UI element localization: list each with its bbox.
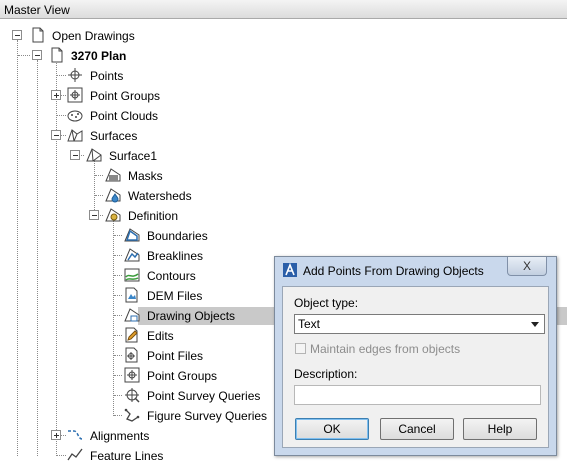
tree-item-open-drawings[interactable]: Open Drawings — [52, 28, 135, 44]
expander-surface1[interactable] — [70, 150, 80, 160]
tree-item-drawing-objects[interactable]: Drawing Objects — [147, 308, 235, 324]
cancel-button[interactable]: Cancel — [380, 418, 454, 440]
points-icon — [67, 67, 83, 83]
dialog-body: Object type: Text Maintain edges from ob… — [282, 286, 549, 448]
expander-drawing[interactable] — [32, 50, 42, 60]
tree-item-dem-files[interactable]: DEM Files — [147, 288, 202, 304]
point-survey-queries-icon — [124, 387, 140, 403]
tree-item-definition-point-groups[interactable]: Point Groups — [147, 368, 217, 384]
feature-lines-icon — [67, 447, 83, 463]
autocad-civil-app-icon — [283, 262, 297, 277]
point-clouds-icon — [67, 107, 83, 123]
expander-open-drawings[interactable] — [12, 30, 22, 40]
tree-item-point-clouds[interactable]: Point Clouds — [90, 108, 158, 124]
expander-point-groups[interactable] — [51, 90, 61, 100]
drawing-objects-icon — [124, 307, 140, 323]
surface-icon — [86, 147, 102, 163]
ok-button[interactable]: OK — [295, 418, 369, 440]
tree-item-masks[interactable]: Masks — [128, 168, 163, 184]
panel-title-bar: Master View — [0, 0, 567, 19]
definition-point-groups-icon — [124, 367, 140, 383]
expander-definition[interactable] — [89, 210, 99, 220]
tree-item-boundaries[interactable]: Boundaries — [147, 228, 208, 244]
close-button[interactable]: X — [507, 257, 547, 276]
boundaries-icon — [124, 227, 140, 243]
breaklines-icon — [124, 247, 140, 263]
tree-item-surfaces[interactable]: Surfaces — [90, 128, 137, 144]
expander-alignments[interactable] — [51, 430, 61, 440]
tree-item-contours[interactable]: Contours — [147, 268, 196, 284]
figure-survey-queries-icon — [124, 407, 140, 423]
tree-item-breaklines[interactable]: Breaklines — [147, 248, 203, 264]
tree-item-points[interactable]: Points — [90, 68, 123, 84]
add-points-dialog: Add Points From Drawing Objects X Object… — [274, 256, 557, 456]
object-type-label: Object type: — [294, 296, 359, 310]
watersheds-icon — [105, 187, 121, 203]
maintain-edges-checkbox[interactable] — [295, 343, 306, 354]
description-label: Description: — [294, 367, 358, 381]
surfaces-icon — [67, 127, 83, 143]
tree-item-point-survey-queries[interactable]: Point Survey Queries — [147, 388, 260, 404]
description-input[interactable] — [294, 385, 541, 405]
tree-item-drawing[interactable]: 3270 Plan — [71, 48, 126, 64]
edits-icon — [124, 327, 140, 343]
tree-item-surface1[interactable]: Surface1 — [109, 148, 157, 164]
tree-item-figure-survey-queries[interactable]: Figure Survey Queries — [147, 408, 267, 424]
tree-item-point-files[interactable]: Point Files — [147, 348, 203, 364]
object-type-value: Text — [298, 317, 321, 331]
expander-surfaces[interactable] — [51, 130, 61, 140]
dialog-title: Add Points From Drawing Objects — [303, 264, 484, 278]
object-type-select[interactable]: Text — [294, 314, 545, 334]
point-files-icon — [124, 347, 140, 363]
masks-icon — [105, 167, 121, 183]
panel-title: Master View — [4, 3, 70, 17]
chevron-down-icon — [531, 322, 539, 327]
help-button[interactable]: Help — [463, 418, 537, 440]
drawing-icon — [49, 47, 65, 63]
dialog-title-bar[interactable]: Add Points From Drawing Objects X — [275, 257, 556, 285]
tree-item-definition[interactable]: Definition — [128, 208, 178, 224]
maintain-edges-label: Maintain edges from objects — [310, 342, 461, 356]
tree-item-feature-lines[interactable]: Feature Lines — [90, 448, 163, 464]
tree-item-watersheds[interactable]: Watersheds — [128, 188, 192, 204]
dem-files-icon — [124, 287, 140, 303]
tree-item-edits[interactable]: Edits — [147, 328, 174, 344]
alignments-icon — [67, 427, 83, 443]
tree-item-point-groups[interactable]: Point Groups — [90, 88, 160, 104]
tree-item-alignments[interactable]: Alignments — [90, 428, 149, 444]
contours-icon — [124, 267, 140, 283]
document-icon — [30, 27, 46, 43]
point-groups-icon — [67, 87, 83, 103]
definition-icon — [105, 207, 121, 223]
